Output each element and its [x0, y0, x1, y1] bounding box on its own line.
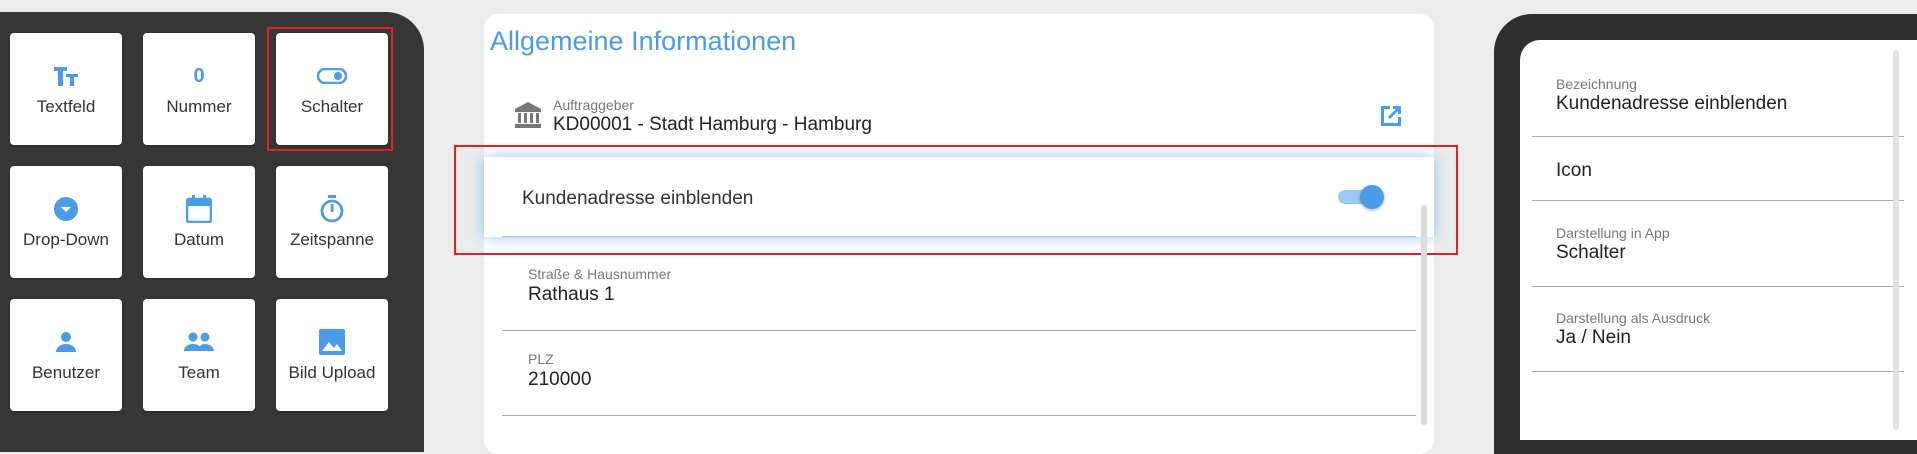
form-scrollbar[interactable] [1421, 205, 1427, 425]
field-underline [502, 330, 1416, 331]
client-label: Auftraggeber [553, 97, 634, 113]
street-value: Rathaus 1 [528, 284, 615, 305]
properties-scrollbar[interactable] [1893, 50, 1899, 430]
open-external-icon[interactable] [1378, 103, 1404, 134]
timer-icon [319, 194, 345, 224]
property-darstellung-ausdruck[interactable]: Darstellung als Ausdruck Ja / Nein [1532, 310, 1904, 372]
tile-label: Zeitspanne [289, 230, 375, 249]
tile-label: Nummer [166, 97, 232, 116]
property-label: Darstellung als Ausdruck [1556, 310, 1711, 326]
image-icon [319, 327, 345, 357]
zip-value: 210000 [528, 369, 592, 390]
palette-tile-benutzer[interactable]: Benutzer [10, 299, 122, 411]
property-label: Bezeichnung [1556, 76, 1637, 92]
tile-label: Bild Upload [288, 363, 376, 382]
section-title: Allgemeine Informationen [490, 26, 797, 56]
property-bezeichnung[interactable]: Bezeichnung Kundenadresse einblenden [1532, 76, 1904, 137]
palette-tile-textfeld[interactable]: Textfeld [10, 33, 122, 145]
property-divider [1532, 286, 1904, 287]
palette-tile-nummer[interactable]: 0 Nummer [143, 33, 255, 145]
street-field[interactable]: Straße & Hausnummer Rathaus 1 [502, 262, 1416, 342]
toggle-field-row[interactable]: Kundenadresse einblenden [484, 157, 1434, 237]
property-icon[interactable]: Icon [1532, 160, 1904, 201]
toggle-label: Kundenadresse einblenden [522, 188, 754, 209]
palette-tile-zeitspanne[interactable]: Zeitspanne [276, 166, 388, 278]
tile-label: Datum [173, 230, 225, 249]
client-row: Auftraggeber KD00001 - Stadt Hamburg - H… [514, 95, 1404, 145]
property-value: Icon [1556, 160, 1592, 181]
bank-icon [514, 101, 542, 134]
dropdown-icon [53, 194, 79, 224]
property-value: Kundenadresse einblenden [1556, 93, 1788, 114]
group-icon [184, 327, 214, 357]
palette-tile-drop-down[interactable]: Drop-Down [10, 166, 122, 278]
tile-label: Team [178, 363, 220, 382]
palette-tile-team[interactable]: Team [143, 299, 255, 411]
tile-label: Drop-Down [23, 230, 109, 249]
street-label: Straße & Hausnummer [528, 266, 672, 282]
zip-label: PLZ [528, 351, 554, 367]
number-glyph: 0 [193, 64, 205, 87]
property-divider [1532, 136, 1904, 137]
client-value: KD00001 - Stadt Hamburg - Hamburg [553, 114, 872, 135]
palette-tile-schalter[interactable]: Schalter [276, 33, 388, 145]
property-divider [1532, 371, 1904, 372]
field-underline [502, 415, 1416, 416]
tile-label: Benutzer [31, 363, 101, 382]
switch-knob [1360, 185, 1384, 209]
person-icon [55, 327, 77, 357]
property-value: Schalter [1556, 242, 1626, 263]
palette-tile-bild-upload[interactable]: Bild Upload [276, 299, 388, 411]
property-divider [1532, 200, 1904, 201]
palette-tile-datum[interactable]: Datum [143, 166, 255, 278]
tile-label: Textfeld [36, 97, 96, 116]
toggle-switch[interactable] [1338, 185, 1384, 209]
number-icon: 0 [193, 61, 204, 91]
tile-label: Schalter [300, 97, 364, 116]
property-darstellung-app[interactable]: Darstellung in App Schalter [1532, 225, 1904, 287]
text-format-icon [53, 61, 79, 91]
divider [502, 236, 1416, 237]
property-value: Ja / Nein [1556, 327, 1631, 348]
property-label: Darstellung in App [1556, 225, 1670, 241]
calendar-icon [186, 194, 212, 224]
toggle-icon [317, 61, 347, 91]
zip-field[interactable]: PLZ 210000 [502, 347, 1416, 427]
